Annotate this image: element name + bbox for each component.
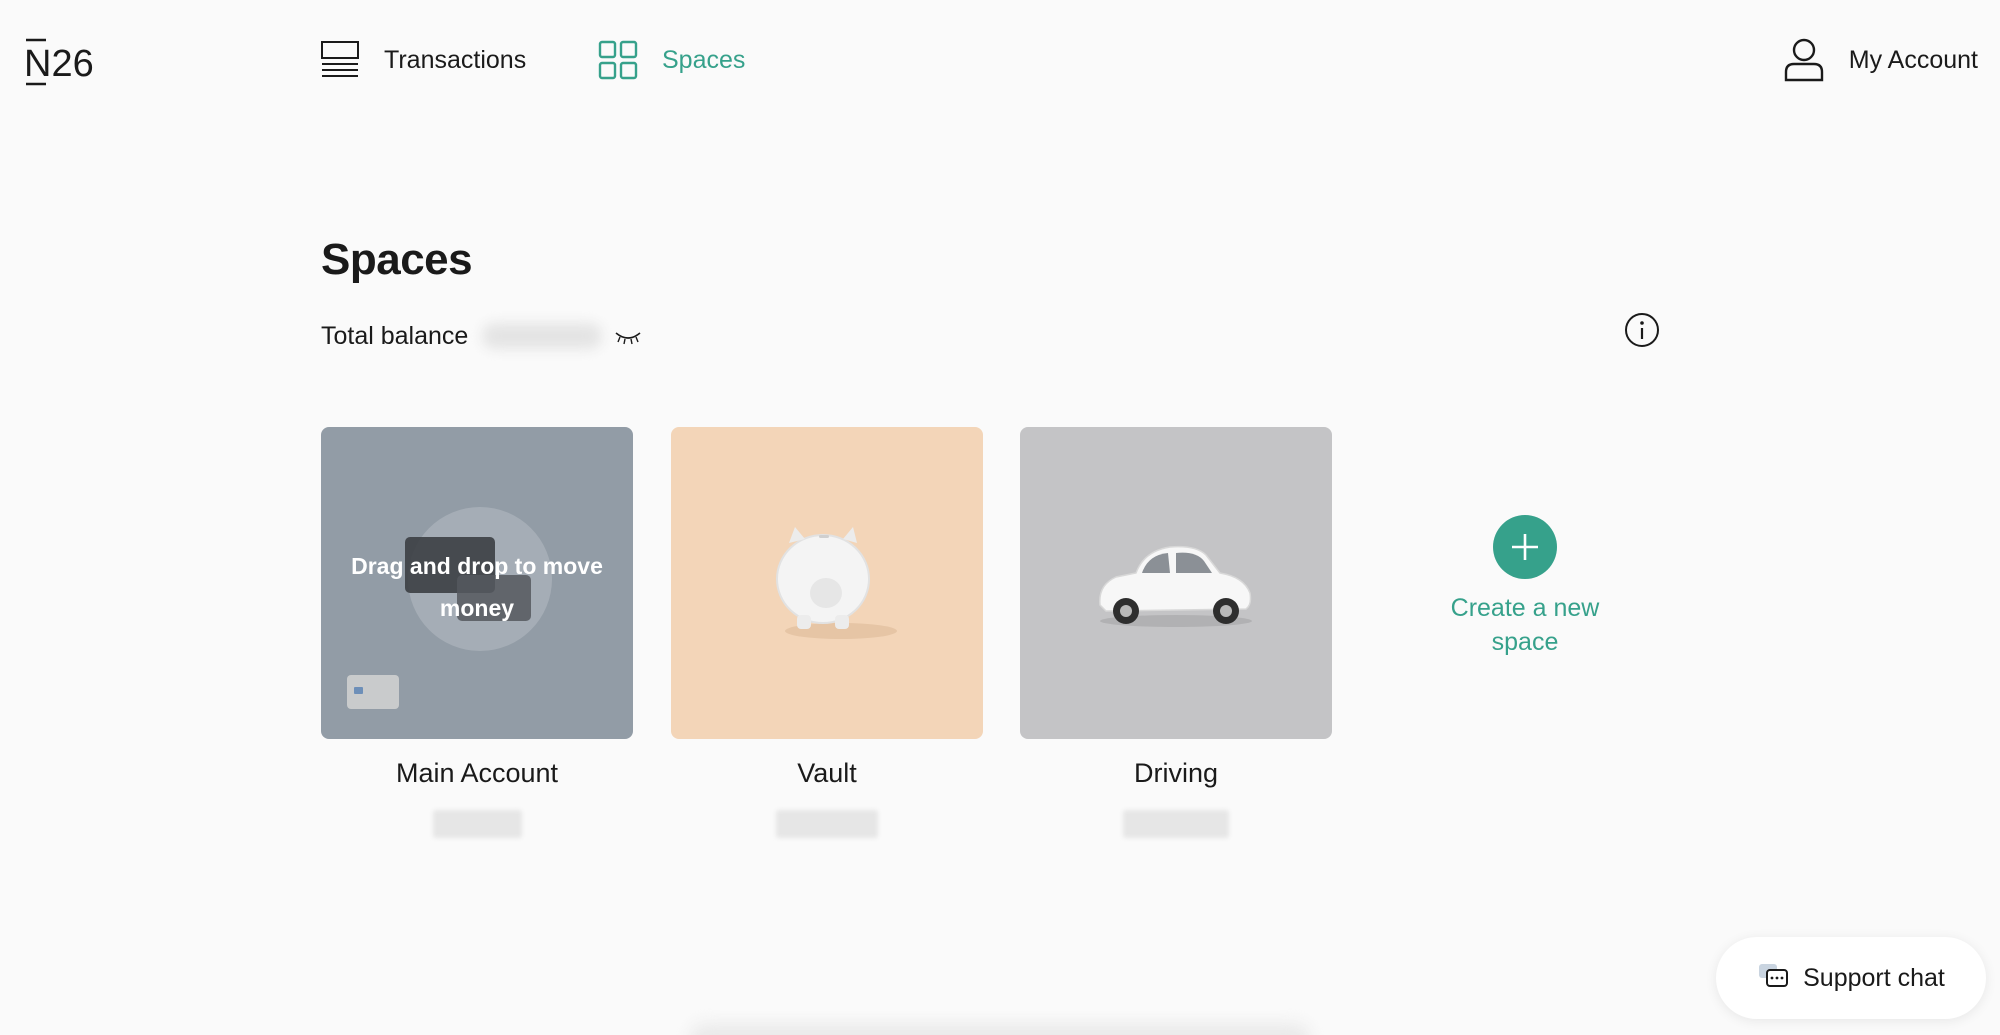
space-card-driving[interactable] bbox=[1020, 427, 1332, 739]
total-balance-value-hidden bbox=[482, 323, 603, 349]
user-icon bbox=[1783, 38, 1825, 82]
space-card-main-account[interactable]: Drag and drop to move money bbox=[321, 427, 633, 739]
car-icon bbox=[1099, 545, 1252, 627]
drag-drop-hint: Drag and drop to move money bbox=[351, 553, 603, 621]
grid-icon bbox=[598, 40, 638, 80]
eye-closed-icon[interactable] bbox=[614, 329, 642, 352]
total-balance: Total balance bbox=[321, 318, 642, 354]
space-name: Driving bbox=[1133, 758, 1219, 788]
bottom-shadow bbox=[690, 1024, 1310, 1035]
chat-icon bbox=[1757, 962, 1789, 995]
nav-spaces[interactable]: Spaces bbox=[598, 36, 745, 84]
nav-my-account[interactable]: My Account bbox=[1783, 36, 1978, 84]
space-balance-hidden bbox=[1123, 810, 1229, 838]
create-space-button[interactable]: Create a new space bbox=[1418, 515, 1632, 659]
card-chip-icon bbox=[354, 687, 363, 694]
logo-text: N26 bbox=[24, 43, 94, 85]
space-balance-hidden bbox=[433, 810, 522, 838]
list-icon bbox=[320, 40, 360, 80]
n26-logo[interactable]: N26 bbox=[24, 38, 102, 86]
total-balance-label: Total balance bbox=[321, 321, 469, 350]
space-balance-hidden bbox=[776, 810, 878, 838]
logo-mark: N26 bbox=[24, 38, 94, 86]
nav-my-account-label: My Account bbox=[1848, 45, 1978, 74]
space-card-vault[interactable] bbox=[671, 427, 983, 739]
create-space-label: Create a new space bbox=[1450, 594, 1600, 656]
plus-icon bbox=[1493, 515, 1557, 579]
space-name: Vault bbox=[797, 758, 857, 788]
nav-transactions-label: Transactions bbox=[384, 45, 527, 74]
nav-transactions[interactable]: Transactions bbox=[320, 36, 526, 84]
piggy-bank-icon bbox=[776, 527, 897, 639]
support-chat-label: Support chat bbox=[1803, 963, 1945, 992]
support-chat-button[interactable]: Support chat bbox=[1716, 937, 1986, 1019]
page-title: Spaces bbox=[321, 235, 473, 284]
nav-spaces-label: Spaces bbox=[662, 45, 746, 74]
info-icon[interactable] bbox=[1624, 312, 1660, 353]
space-name: Main Account bbox=[395, 758, 559, 788]
